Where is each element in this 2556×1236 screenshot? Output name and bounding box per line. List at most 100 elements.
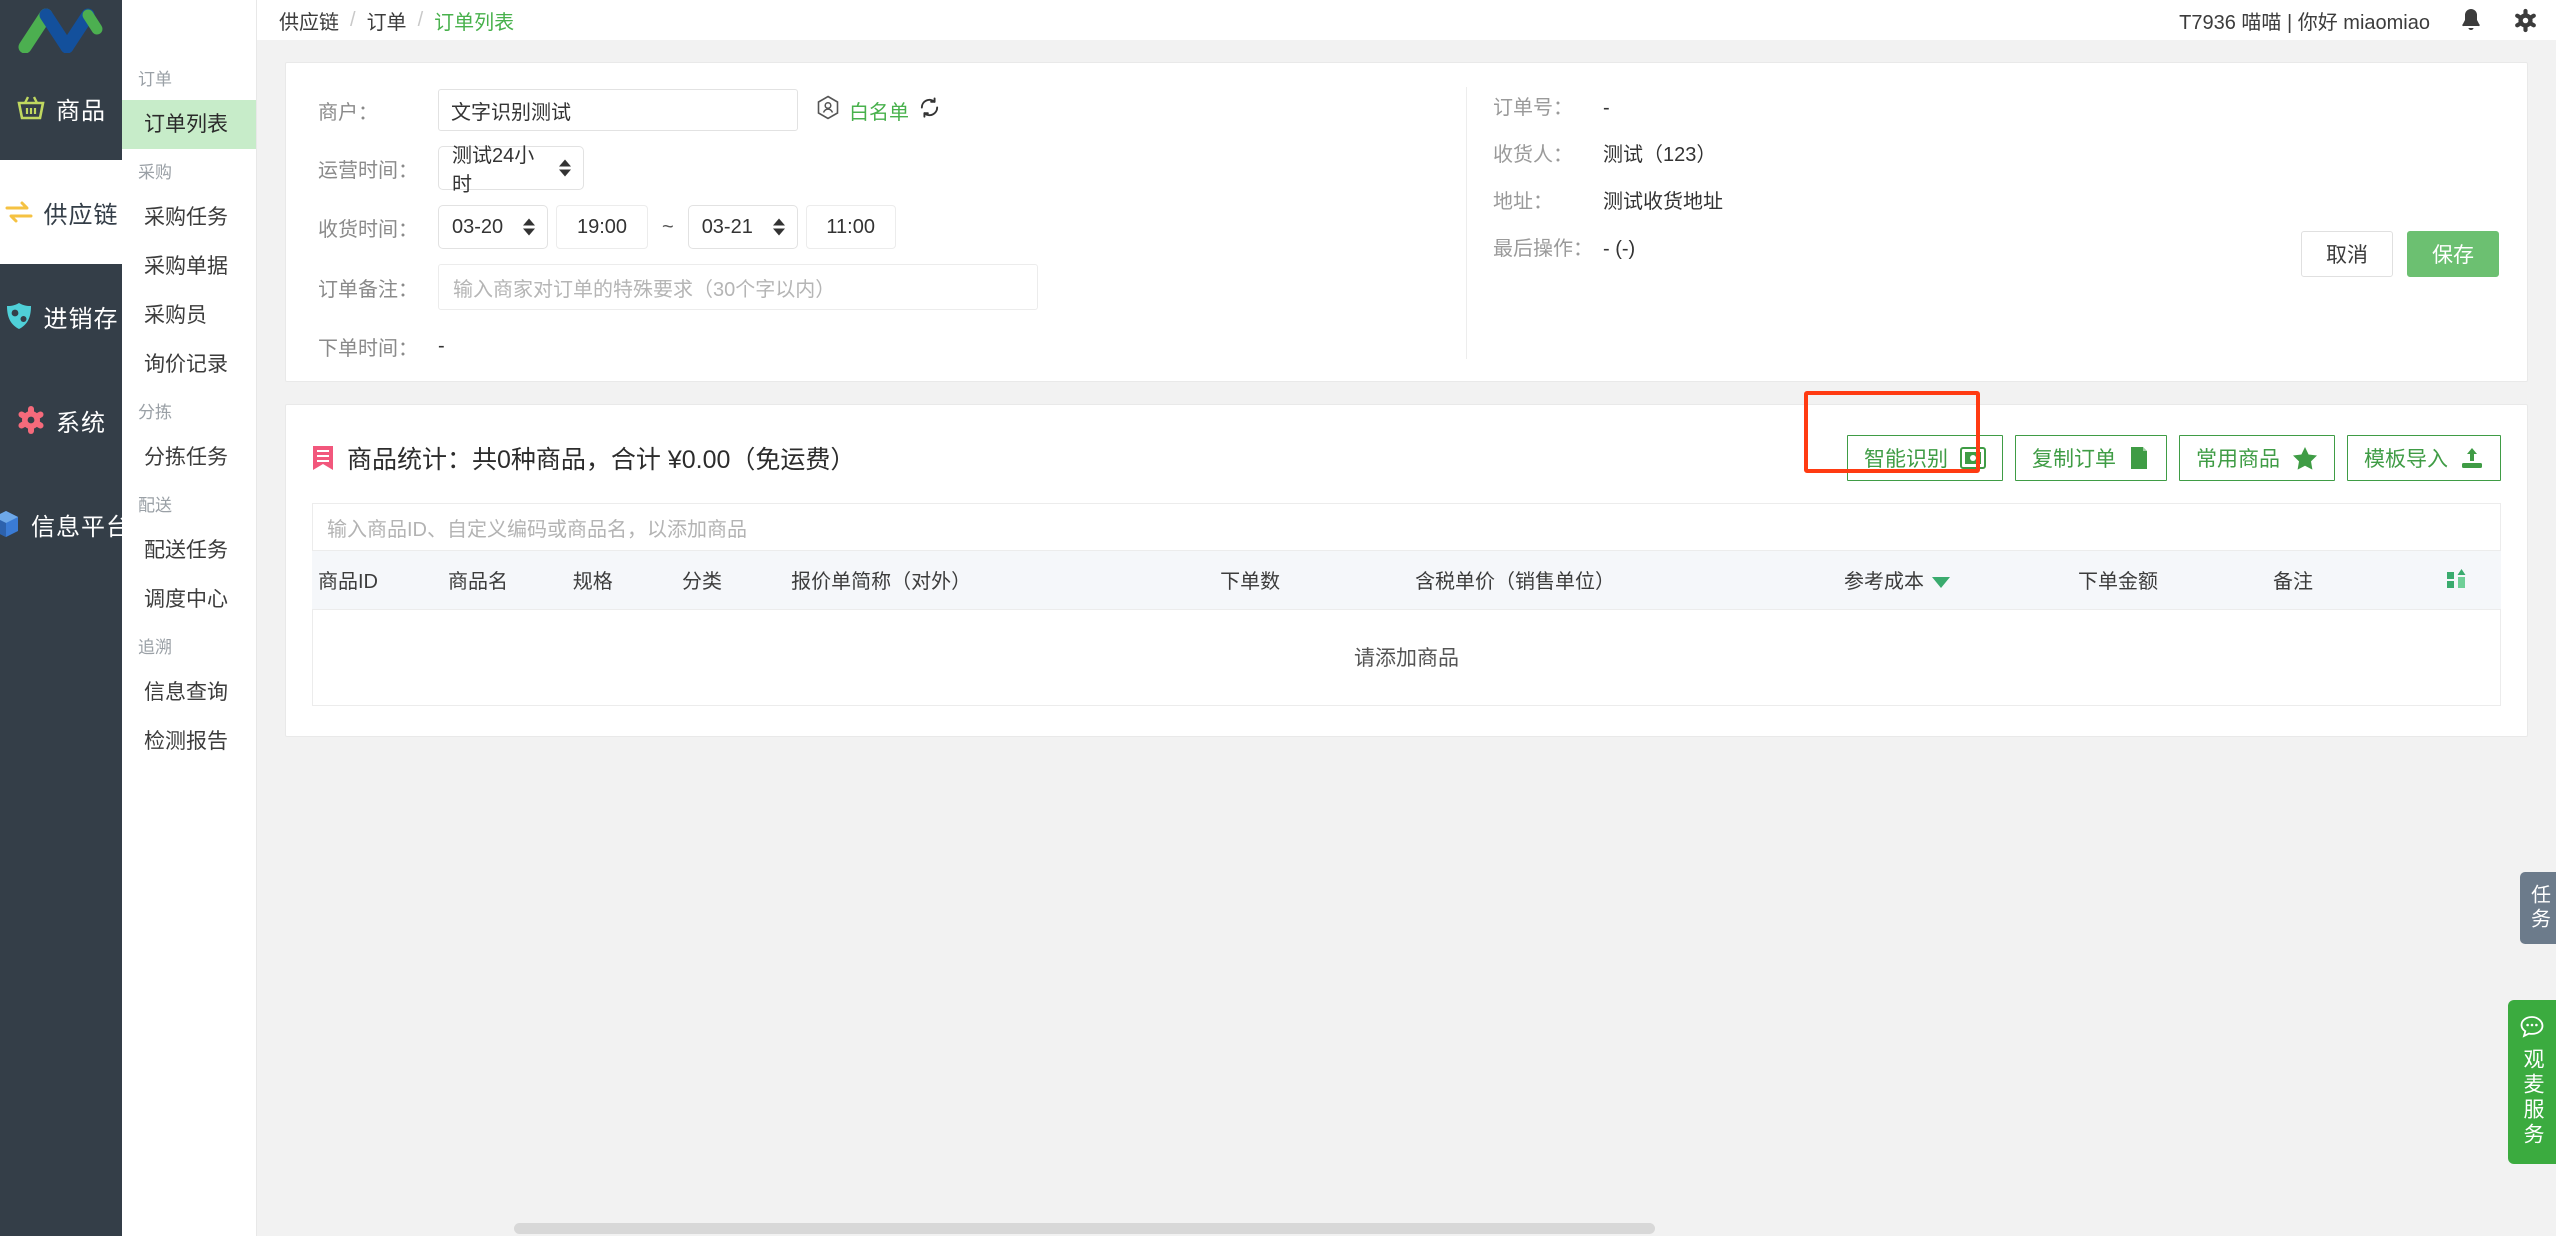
product-summary: 商品统计：共0种商品，合计 ¥0.00（免运费）: [312, 440, 855, 476]
user-hexagon-icon: [816, 95, 840, 126]
submenu-item[interactable]: 调度中心: [122, 575, 256, 624]
whitelist-button[interactable]: 白名单: [816, 95, 941, 126]
product-action-label: 智能识别: [1864, 448, 1948, 471]
receive-time-label: 收货时间：: [318, 218, 418, 241]
products-table-column-header: 分类: [675, 551, 786, 610]
submenu-item[interactable]: 配送任务: [122, 526, 256, 575]
order-info-value: - (-): [1603, 238, 1636, 260]
ocr-scan-icon: [1960, 446, 1986, 470]
column-header-label: 商品ID: [318, 571, 378, 594]
submenu-item[interactable]: 采购单据: [122, 242, 256, 291]
receive-date-end-select[interactable]: 03-21: [687, 205, 798, 249]
merchant-input[interactable]: 文字识别测试: [438, 89, 798, 131]
products-table-header-row: 商品ID 商品名 规格 分类 报价单简称（对外） 下单数 含税单价（销售单位） 参考成本 下单金…: [312, 551, 2501, 610]
refresh-icon[interactable]: [918, 96, 941, 124]
column-header-label: 参考成本: [1844, 571, 1925, 594]
rail-item-xinxipingtai[interactable]: 信息平台: [0, 472, 130, 576]
breadcrumb-separator: /: [350, 8, 356, 31]
order-info-label: 地址：: [1493, 191, 1553, 213]
rail-item-label: 信息平台: [31, 513, 131, 541]
product-summary-text: 商品统计：共0种商品，合计 ¥0.00（免运费）: [347, 446, 856, 474]
submenu-item[interactable]: 询价记录: [122, 340, 256, 389]
rail-item-shangpin[interactable]: 商品: [0, 56, 122, 160]
rail-item-jinxiaocun[interactable]: 进销存: [0, 264, 122, 368]
sort-descending-icon[interactable]: [1932, 577, 1951, 589]
products-table-column-header: 下单数: [1214, 551, 1410, 610]
service-tab[interactable]: 观麦服务: [2508, 1000, 2556, 1164]
breadcrumb: 供应链 / 订单 / 订单列表: [279, 6, 514, 35]
product-action-button[interactable]: 智能识别: [1847, 435, 2003, 481]
order-form-card: 商户： 文字识别测试 白名单 运营时间： 测试24小时 收货时间： 03-20 …: [285, 62, 2528, 382]
order-form-left: 商户： 文字识别测试 白名单 运营时间： 测试24小时 收货时间： 03-20 …: [286, 79, 1466, 367]
chat-bubble-icon: [2519, 1014, 2545, 1040]
products-table-column-header[interactable]: 参考成本: [1838, 551, 2072, 610]
cancel-button[interactable]: 取消: [2301, 231, 2393, 277]
gear-icon[interactable]: [2512, 7, 2538, 33]
breadcrumb-item-2[interactable]: 订单列表: [434, 6, 514, 35]
form-divider: [1466, 87, 1467, 359]
save-button[interactable]: 保存: [2407, 231, 2499, 277]
column-settings-icon[interactable]: [2445, 568, 2471, 592]
submenu-item[interactable]: 订单列表: [122, 100, 256, 149]
products-table-column-header: [2409, 551, 2501, 610]
submenu-group-title: 采购: [138, 163, 172, 182]
form-row-order-time: 下单时间： -: [318, 325, 1466, 367]
submenu-panel: 订单 订单列表 采购 采购任务 采购单据 采购员 询价记录 分拣 分拣任务 配送 配送任务 调度中心追…: [122, 0, 257, 1236]
submenu-item[interactable]: 检测报告: [122, 717, 256, 766]
spinner-arrows-icon: [523, 218, 535, 236]
submenu-item[interactable]: 分拣任务: [122, 433, 256, 482]
receive-time-end-input[interactable]: 11:00: [805, 205, 896, 249]
products-header: 商品统计：共0种商品，合计 ¥0.00（免运费） 智能识别 复制订单 常用商品 模板导…: [312, 431, 2501, 485]
gear-icon: [16, 405, 46, 435]
column-header-label: 商品名: [447, 571, 508, 594]
app-root: 商品 供应链 进销存 系统 信息平台 订单 订单列表 采购 采购任务 采购单据 …: [0, 0, 2556, 1236]
notes-input[interactable]: 输入商家对订单的特殊要求（30个字以内）: [438, 264, 1038, 310]
rail-item-label: 进销存: [43, 305, 119, 333]
breadcrumb-separator: /: [417, 8, 424, 31]
receive-time-start-input[interactable]: 19:00: [556, 205, 648, 249]
rail-item-gongyinglian[interactable]: 供应链: [0, 160, 122, 264]
breadcrumb-item-0[interactable]: 供应链: [279, 6, 339, 35]
operating-time-value: 测试24小时: [452, 145, 535, 196]
star-icon: [2292, 446, 2318, 470]
add-product-input[interactable]: 输入商品ID、自定义编码或商品名，以添加商品: [312, 503, 2501, 551]
rail-item-label: 商品: [56, 97, 106, 125]
product-action-button[interactable]: 模板导入: [2347, 435, 2501, 481]
product-action-buttons: 智能识别 复制订单 常用商品 模板导入: [1847, 435, 2501, 481]
column-header-label: 分类: [681, 571, 722, 594]
scroll-area: 商户： 文字识别测试 白名单 运营时间： 测试24小时 收货时间： 03-20 …: [257, 40, 2556, 1236]
range-separator: ~: [662, 215, 674, 238]
task-tab[interactable]: 任务: [2520, 872, 2556, 944]
order-info-row: 订单号： -: [1493, 91, 2499, 120]
rail-item-xitong[interactable]: 系统: [0, 368, 122, 472]
product-action-button[interactable]: 复制订单: [2015, 435, 2167, 481]
order-action-buttons: 取消 保存: [2301, 231, 2499, 277]
products-table-column-header: 备注: [2266, 551, 2410, 610]
breadcrumb-item-1[interactable]: 订单: [367, 6, 407, 35]
shield-inventory-icon: [4, 301, 34, 331]
column-header-label: 含税单价（销售单位）: [1415, 571, 1616, 594]
bell-icon[interactable]: [2458, 7, 2484, 33]
receive-date-start-value: 03-20: [452, 215, 504, 238]
notes-label: 订单备注：: [318, 278, 418, 301]
product-action-label: 模板导入: [2364, 448, 2448, 471]
product-action-button[interactable]: 常用商品: [2179, 435, 2335, 481]
merchant-label: 商户：: [318, 101, 378, 124]
app-logo[interactable]: [0, 0, 122, 56]
receive-date-start-select[interactable]: 03-20: [438, 205, 548, 249]
content-area: 供应链 / 订单 / 订单列表 T7936 喵喵 | 你好 miaomiao 商…: [257, 0, 2556, 1236]
order-info-value: -: [1603, 97, 1610, 119]
order-info-value: 测试收货地址: [1603, 191, 1723, 213]
product-action-label: 复制订单: [2032, 448, 2116, 471]
order-time-label: 下单时间：: [318, 337, 418, 360]
copy-icon: [2128, 446, 2150, 470]
submenu-group-title: 订单: [138, 70, 172, 89]
submenu-item[interactable]: 采购员: [122, 291, 256, 340]
operating-time-select[interactable]: 测试24小时: [438, 145, 584, 196]
product-action-label: 常用商品: [2196, 448, 2280, 471]
scrollbar-thumb[interactable]: [514, 1223, 1656, 1234]
submenu-item[interactable]: 采购任务: [122, 193, 256, 242]
submenu-item[interactable]: 信息查询: [122, 668, 256, 717]
horizontal-scrollbar[interactable]: [514, 1220, 2516, 1236]
submenu-group-title: 追溯: [138, 638, 172, 657]
